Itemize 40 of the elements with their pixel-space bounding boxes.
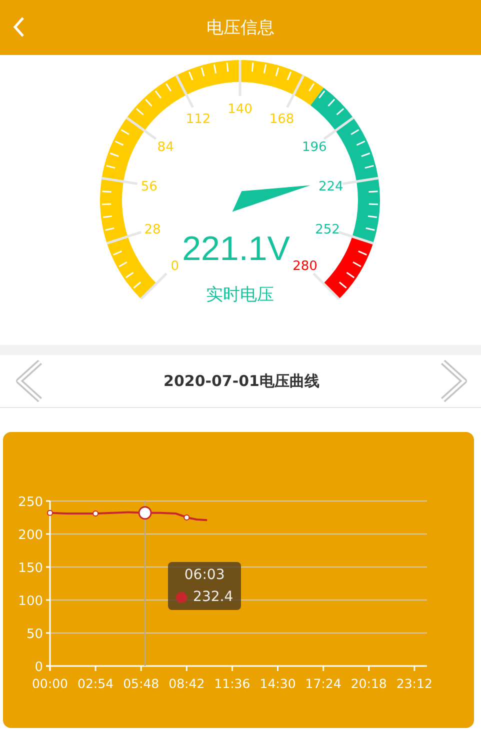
gauge-label: 196	[302, 140, 327, 155]
x-axis-label: 00:00	[32, 676, 68, 691]
voltage-reading: 221.1V	[182, 230, 290, 268]
x-axis-label: 08:42	[168, 676, 205, 691]
y-axis-label: 200	[18, 528, 43, 543]
gauge-label: 56	[140, 180, 158, 195]
gauge-label: 168	[269, 112, 294, 128]
data-point	[47, 510, 53, 516]
chart-date-title: 2020-07-01电压曲线	[164, 372, 320, 390]
y-axis-label: 0	[34, 660, 43, 675]
gauge-label: 28	[144, 222, 161, 238]
x-axis-label: 17:24	[305, 676, 342, 691]
gauge-label: 280	[292, 259, 318, 274]
gauge-label: 252	[315, 222, 340, 238]
x-axis-label: 02:54	[78, 676, 114, 691]
gauge-label: 0	[170, 259, 180, 274]
x-axis-label: 11:36	[214, 676, 250, 691]
x-axis-label: 14:30	[260, 676, 296, 691]
gauge-label: 112	[186, 112, 211, 128]
gauge-label: 224	[318, 180, 344, 195]
gauge-label: 84	[157, 140, 174, 155]
selected-point[interactable]	[138, 506, 152, 520]
series-dot	[176, 592, 188, 602]
x-axis-label: 05:48	[123, 676, 160, 691]
tooltip-time: 06:03	[184, 567, 225, 583]
previous-icon[interactable]	[14, 360, 44, 402]
y-axis-label: 150	[18, 561, 43, 576]
data-point	[184, 514, 190, 520]
y-axis-label: 100	[18, 594, 43, 609]
tooltip-value: 232.4	[193, 589, 234, 605]
data-point	[92, 510, 99, 517]
y-axis-label: 50	[26, 627, 43, 642]
gauge-caption: 实时电压	[206, 285, 274, 305]
x-axis-label: 23:12	[396, 676, 432, 691]
next-icon[interactable]	[438, 360, 469, 402]
gauge-label: 140	[228, 102, 252, 117]
page-title: 电压信息	[206, 17, 274, 39]
y-axis-label: 250	[18, 495, 43, 510]
x-axis-label: 20:18	[350, 676, 387, 691]
back-icon[interactable]	[12, 16, 26, 38]
